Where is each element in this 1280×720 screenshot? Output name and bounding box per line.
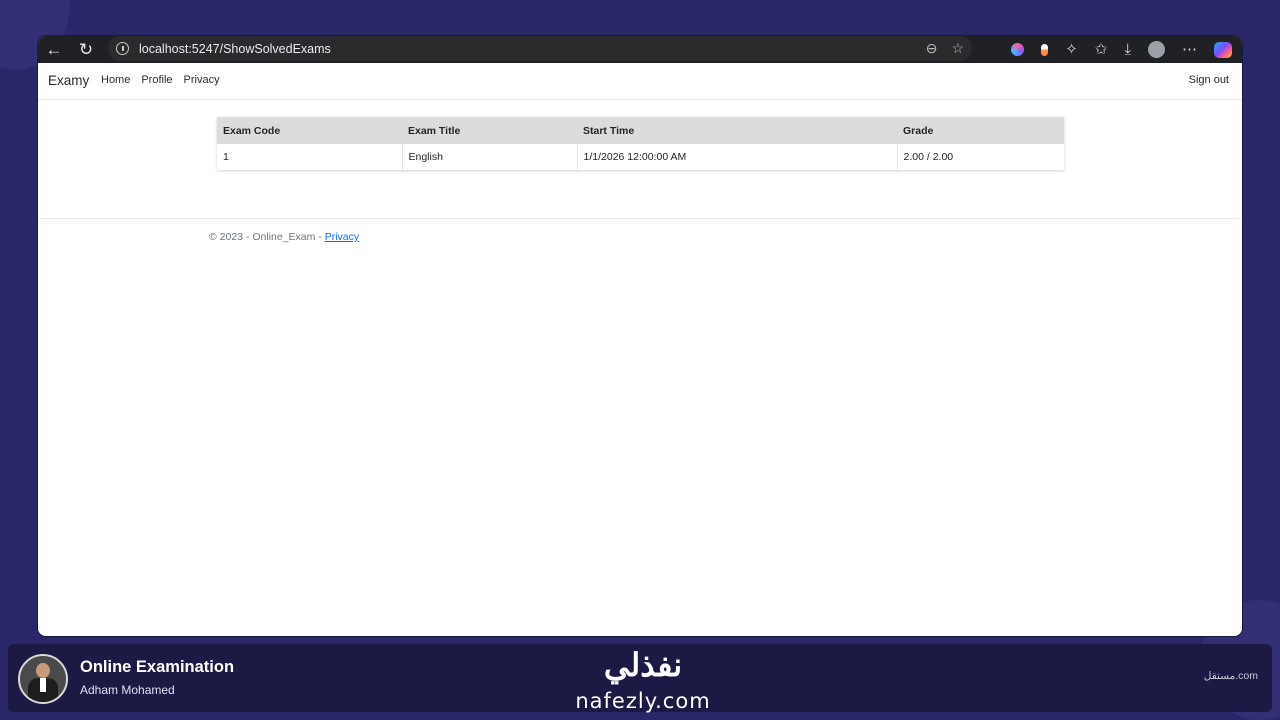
- address-bar[interactable]: localhost:5247/ShowSolvedExams ⊖ ☆: [108, 36, 972, 61]
- page-content: Examy Home Profile Privacy Sign out Exam…: [38, 63, 1242, 636]
- solved-exams-table: Exam Code Exam Title Start Time Grade 1 …: [217, 117, 1064, 170]
- nafezly-logo-arabic: نفذلي: [603, 647, 683, 683]
- author-photo-shirt: [40, 678, 46, 692]
- nav-links: Home Profile Privacy: [101, 74, 220, 86]
- column-header-exam-title: Exam Title: [402, 117, 577, 144]
- extensions-puzzle-icon[interactable]: ✧: [1065, 36, 1078, 63]
- author-photo: [18, 654, 68, 704]
- cell-exam-code: 1: [217, 144, 403, 170]
- site-navbar: Examy Home Profile Privacy Sign out: [38, 63, 1242, 100]
- browser-window: ← ↻ localhost:5247/ShowSolvedExams ⊖ ☆ ✧…: [38, 36, 1242, 636]
- footer-divider: [38, 218, 1242, 219]
- column-header-grade: Grade: [897, 117, 1064, 144]
- cell-start-time: 1/1/2026 12:00:00 AM: [577, 144, 898, 170]
- favorite-star-icon[interactable]: ☆: [951, 40, 964, 57]
- table-header-row: Exam Code Exam Title Start Time Grade: [217, 117, 1064, 144]
- back-arrow-icon[interactable]: ←: [38, 36, 70, 63]
- nav-privacy-link[interactable]: Privacy: [184, 74, 220, 86]
- browser-extension-icons: ✧ ✩ ⤓ ⋯: [1011, 36, 1232, 63]
- footer-privacy-link[interactable]: Privacy: [325, 231, 359, 243]
- table-row: 1 English 1/1/2026 12:00:00 AM 2.00 / 2.…: [217, 144, 1064, 170]
- zoom-icon[interactable]: ⊖: [926, 40, 938, 57]
- nav-profile-link[interactable]: Profile: [141, 74, 172, 86]
- favorites-icon[interactable]: ✩: [1095, 36, 1108, 63]
- cell-grade: 2.00 / 2.00: [897, 144, 1064, 170]
- more-menu-icon[interactable]: ⋯: [1182, 36, 1197, 63]
- column-header-start-time: Start Time: [577, 117, 897, 144]
- page-footer: © 2023 - Online_Exam - Privacy: [209, 231, 359, 243]
- video-banner: Online Examination Adham Mohamed نفذلي n…: [8, 644, 1272, 713]
- reload-icon[interactable]: ↻: [70, 36, 102, 63]
- extension-icon[interactable]: [1041, 43, 1049, 56]
- brand-link[interactable]: Examy: [48, 73, 89, 88]
- sign-out-link[interactable]: Sign out: [1189, 74, 1229, 86]
- course-title: Online Examination: [80, 658, 235, 676]
- mostaql-logo: مستقل.com: [1203, 670, 1258, 682]
- url-text[interactable]: localhost:5247/ShowSolvedExams: [139, 42, 331, 56]
- browser-toolbar: ← ↻ localhost:5247/ShowSolvedExams ⊖ ☆ ✧…: [38, 36, 1242, 63]
- nafezly-logo-text: nafezly.com: [575, 689, 711, 713]
- author-photo-head: [36, 663, 50, 678]
- site-info-icon[interactable]: [116, 42, 129, 55]
- profile-avatar-icon[interactable]: [1148, 41, 1165, 58]
- copilot-extension-icon[interactable]: [1011, 43, 1025, 56]
- footer-text: © 2023 - Online_Exam -: [209, 231, 325, 243]
- column-header-exam-code: Exam Code: [217, 117, 402, 144]
- copilot-icon[interactable]: [1214, 41, 1232, 58]
- cell-exam-title: English: [402, 144, 578, 170]
- downloads-icon[interactable]: ⤓: [1124, 36, 1131, 63]
- nav-home-link[interactable]: Home: [101, 74, 130, 86]
- course-author: Adham Mohamed: [80, 683, 175, 697]
